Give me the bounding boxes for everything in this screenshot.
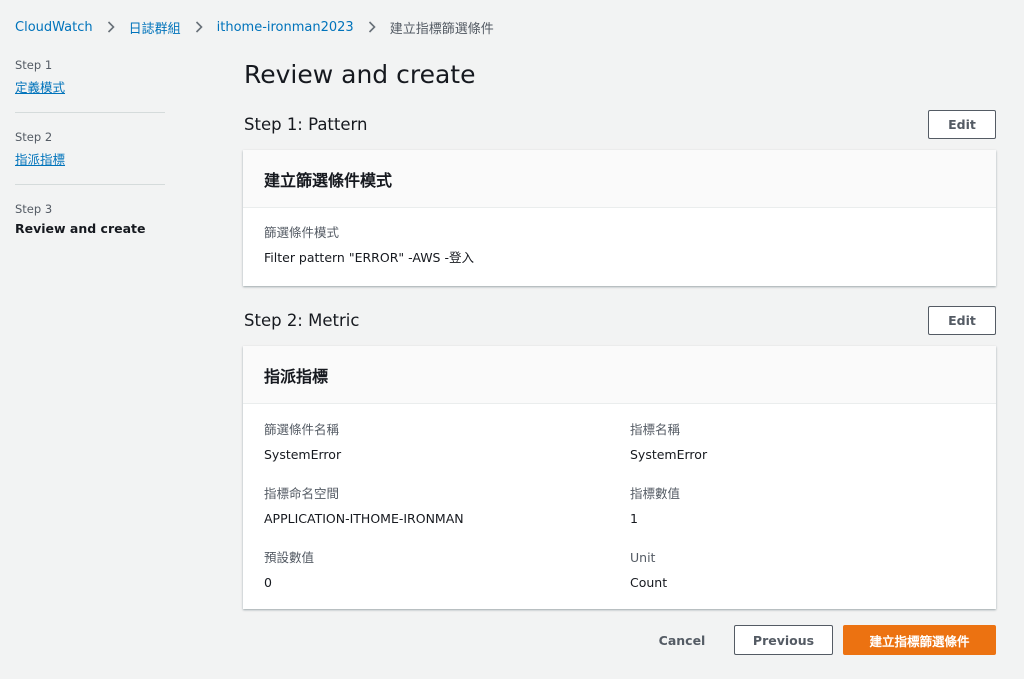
panel-title: 建立篩選條件模式 <box>243 150 996 208</box>
step-number: Step 1 <box>15 58 53 72</box>
field-label: 指標名稱 <box>630 422 681 437</box>
page-title: Review and create <box>244 60 476 89</box>
field-label: 指標命名空間 <box>264 486 340 501</box>
step-link-define-pattern[interactable]: 定義模式 <box>15 80 65 96</box>
chevron-right-icon <box>195 21 203 33</box>
wizard-step-3: Step 3 Review and create <box>15 202 165 253</box>
chevron-right-icon <box>107 21 115 33</box>
chevron-right-icon <box>368 21 376 33</box>
field-metric-name: 指標名稱 SystemError <box>630 422 970 463</box>
wizard-step-2: Step 2 指派指標 <box>15 130 165 185</box>
section-title: Step 2: Metric <box>244 311 360 330</box>
field-metric-namespace: 指標命名空間 APPLICATION-ITHOME-IRONMAN <box>264 486 630 527</box>
field-unit: Unit Count <box>630 550 970 591</box>
section-metric-header: Step 2: Metric Edit <box>244 306 996 335</box>
field-label: Unit <box>630 550 656 565</box>
edit-metric-button[interactable]: Edit <box>928 306 996 335</box>
field-value: Count <box>630 575 668 590</box>
field-metric-value: 指標數值 1 <box>630 486 970 527</box>
breadcrumb-link-log-group[interactable]: ithome-ironman2023 <box>217 20 354 35</box>
field-label: 指標數值 <box>630 486 681 501</box>
cancel-button[interactable]: Cancel <box>650 625 714 655</box>
step-link-assign-metric[interactable]: 指派指標 <box>15 152 65 168</box>
field-value: Filter pattern "ERROR" -AWS -登入 <box>264 250 474 265</box>
field-filter-name: 篩選條件名稱 SystemError <box>264 422 630 463</box>
step-number: Step 3 <box>15 202 53 216</box>
step-number: Step 2 <box>15 130 53 144</box>
section-pattern-header: Step 1: Pattern Edit <box>244 110 996 139</box>
breadcrumb: CloudWatch 日誌群組 ithome-ironman2023 建立指標篩… <box>15 17 494 37</box>
field-value: SystemError <box>264 447 342 462</box>
breadcrumb-current: 建立指標篩選條件 <box>389 21 494 37</box>
field-value: 0 <box>264 575 272 590</box>
field-value: SystemError <box>630 447 708 462</box>
step-current-label: Review and create <box>15 221 146 236</box>
create-metric-filter-button[interactable]: 建立指標篩選條件 <box>843 625 996 655</box>
breadcrumb-link-log-groups[interactable]: 日誌群組 <box>129 18 181 37</box>
wizard-steps: Step 1 定義模式 Step 2 指派指標 Step 3 Review an… <box>15 58 165 270</box>
metric-details-grid: 篩選條件名稱 SystemError 指標名稱 SystemError 指標命名… <box>243 404 996 591</box>
field-label: 篩選條件模式 <box>264 225 340 240</box>
panel-title: 指派指標 <box>243 346 996 404</box>
field-label: 篩選條件名稱 <box>264 422 340 437</box>
wizard-step-1: Step 1 定義模式 <box>15 58 165 113</box>
metric-panel: 指派指標 篩選條件名稱 SystemError 指標名稱 SystemError… <box>243 346 996 609</box>
edit-pattern-button[interactable]: Edit <box>928 110 996 139</box>
field-label: 預設數值 <box>264 550 315 565</box>
breadcrumb-link-cloudwatch[interactable]: CloudWatch <box>15 20 93 35</box>
field-value: APPLICATION-ITHOME-IRONMAN <box>264 511 464 526</box>
section-title: Step 1: Pattern <box>244 115 368 134</box>
field-default-value: 預設數值 0 <box>264 550 630 591</box>
field-value: 1 <box>630 511 638 526</box>
pattern-panel: 建立篩選條件模式 篩選條件模式 Filter pattern "ERROR" -… <box>243 150 996 286</box>
previous-button[interactable]: Previous <box>734 625 833 655</box>
